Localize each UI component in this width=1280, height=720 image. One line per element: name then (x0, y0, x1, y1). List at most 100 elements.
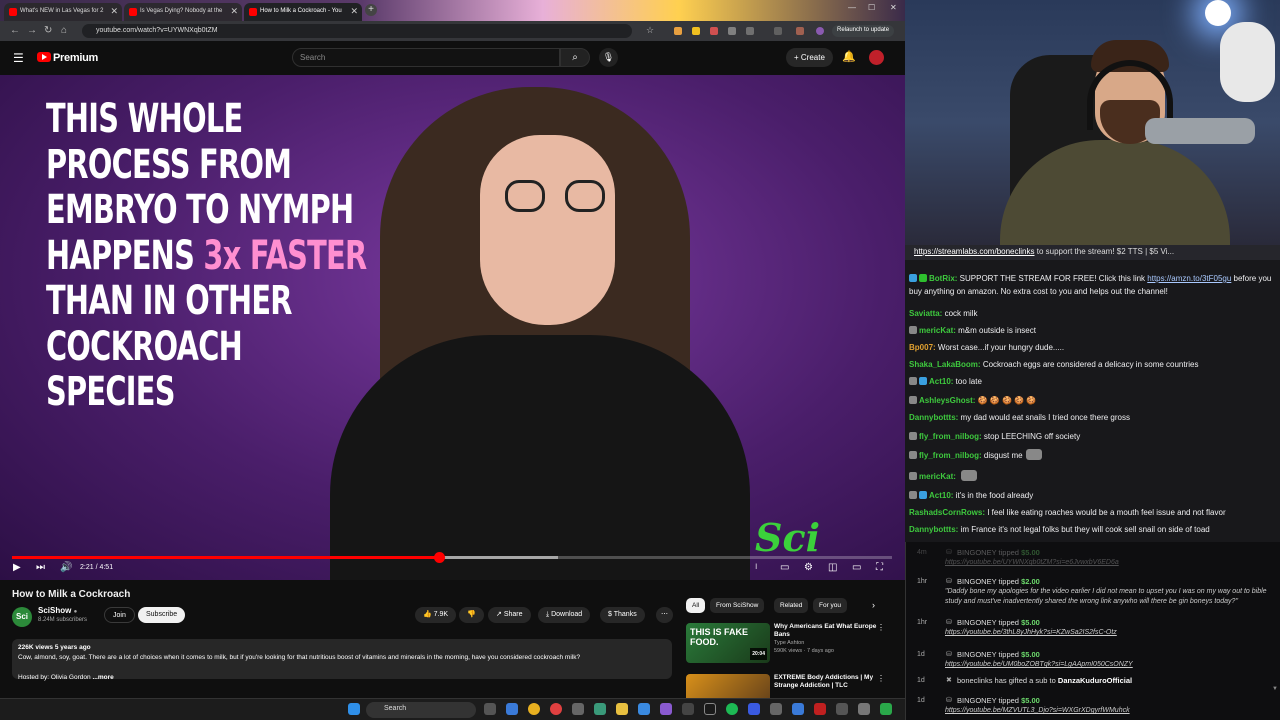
chat-username[interactable]: Bp007: (909, 343, 936, 352)
app-icon[interactable] (836, 703, 848, 715)
miniplayer-icon[interactable]: ◫ (828, 562, 837, 573)
maximize-icon[interactable]: ☐ (868, 3, 875, 12)
settings-gear-icon[interactable]: ⚙ (804, 562, 813, 573)
home-icon[interactable]: ⌂ (61, 25, 67, 36)
app-icon[interactable] (550, 703, 562, 715)
app-icon[interactable] (572, 703, 584, 715)
extension-icon[interactable] (692, 27, 700, 35)
chat-username[interactable]: mericKat: (919, 326, 956, 335)
chat-username[interactable]: AshleysGhost: (919, 396, 975, 405)
new-tab-icon[interactable]: + (365, 4, 377, 16)
recommendation-thumbnail[interactable]: THIS IS FAKE FOOD. 20:04 (686, 623, 770, 663)
youtube-premium-label[interactable]: Premium (53, 52, 98, 64)
channel-name[interactable]: SciShow ● (38, 606, 77, 615)
tip-message-link[interactable]: https://youtube.be/UM0boZOBTqk?si=LgAApm… (945, 660, 1278, 670)
theater-mode-icon[interactable]: ▭ (852, 562, 861, 573)
app-icon[interactable] (792, 703, 804, 715)
chat-username[interactable]: Dannybottts: (909, 413, 958, 422)
chat-username[interactable]: Act10: (929, 491, 953, 500)
channel-avatar[interactable]: Sci (12, 607, 32, 627)
app-icon[interactable] (858, 703, 870, 715)
chat-username[interactable]: Dannybottts: (909, 525, 958, 534)
recommendation-item[interactable]: THIS IS FAKE FOOD. 20:04 Why Americans Ea… (686, 623, 891, 663)
chat-username[interactable]: Act10: (929, 377, 953, 386)
recommendation-item[interactable]: EXTREME Body Addictions | My Strange Add… (686, 674, 891, 698)
chat-banner-link[interactable]: https://streamlabs.com/boneclinks (914, 247, 1035, 256)
show-more-link[interactable]: ...more (92, 674, 113, 681)
close-tab-icon[interactable]: ✕ (230, 6, 238, 17)
tip-message-link[interactable]: https://youtube.be/3thL8yJhHyk?si=KZwSa2… (945, 628, 1278, 638)
bookmark-star-icon[interactable]: ☆ (646, 25, 654, 36)
tip-message-link[interactable]: https://youtube.be/MZVUTL3_Djo?si=WXGrXD… (945, 706, 1278, 716)
more-options-icon[interactable]: ⋮ (877, 674, 885, 683)
close-tab-icon[interactable]: ✕ (350, 6, 358, 17)
recommendation-title[interactable]: Why Americans Eat What Europe Bans (774, 623, 879, 639)
chat-username[interactable]: RashadsCornRows: (909, 508, 985, 517)
chat-username[interactable]: mericKat: (919, 472, 956, 481)
back-icon[interactable]: ← (10, 25, 20, 36)
app-icon[interactable] (748, 703, 760, 715)
url-field[interactable]: youtube.com/watch?v=UYWNXqb0tZM (82, 24, 632, 38)
captions-icon[interactable]: ▭ (780, 562, 789, 573)
chrome-icon[interactable] (528, 703, 540, 715)
menu-icon[interactable]: ☰ (13, 51, 24, 65)
scroll-down-icon[interactable]: ▼ (1272, 686, 1278, 692)
relaunch-button[interactable]: Relaunch to update (832, 25, 895, 37)
download-button[interactable]: ⤓ Download (538, 607, 591, 623)
minimize-icon[interactable]: — (848, 3, 856, 12)
reload-icon[interactable]: ↻ (44, 25, 52, 36)
extension-icon[interactable] (746, 27, 754, 35)
volume-icon[interactable]: 🔊 (60, 562, 72, 573)
app-icon[interactable] (594, 703, 606, 715)
youtube-logo-icon[interactable] (37, 52, 51, 62)
close-tab-icon[interactable]: ✕ (110, 6, 118, 17)
close-window-icon[interactable]: ✕ (890, 3, 897, 12)
fullscreen-icon[interactable]: ⛶ (876, 562, 883, 573)
thanks-button[interactable]: $ Thanks (600, 607, 645, 623)
like-button[interactable]: 👍 7.9K (415, 607, 457, 623)
extension-icon[interactable] (796, 27, 804, 35)
app-icon[interactable] (638, 703, 650, 715)
app-icon[interactable] (660, 703, 672, 715)
chat-username[interactable]: Saviatta: (909, 309, 942, 318)
browser-tab[interactable]: What's NEW in Las Vegas for 2 ✕ (4, 3, 122, 21)
description-box[interactable]: 226K views 5 years ago Cow, almond, soy,… (12, 639, 672, 681)
search-input[interactable]: Search (292, 48, 560, 67)
app-icon[interactable] (770, 703, 782, 715)
taskbar-search[interactable]: Search (366, 702, 476, 718)
dislike-button[interactable]: 👎 (459, 607, 484, 623)
recommendation-channel[interactable]: Type Ashton (774, 640, 804, 646)
chip-from-channel[interactable]: From SciShow (710, 598, 765, 613)
next-icon[interactable]: ⏭ (36, 562, 45, 573)
recommendation-title[interactable]: EXTREME Body Addictions | My Strange Add… (774, 674, 879, 690)
extension-icon[interactable] (674, 27, 682, 35)
chat-link[interactable]: https://amzn.to/3tF05gu (1147, 274, 1231, 283)
notifications-bell-icon[interactable]: 🔔 (842, 50, 856, 63)
autoplay-toggle-icon[interactable]: ⏽ (753, 562, 759, 572)
browser-tab-active[interactable]: How to Milk a Cockroach - You ✕ (244, 3, 362, 21)
app-icon[interactable] (682, 703, 694, 715)
spotify-icon[interactable] (726, 703, 738, 715)
task-view-icon[interactable] (484, 703, 496, 715)
browser-tab[interactable]: Is Vegas Dying? Nobody at the ✕ (124, 3, 242, 21)
extension-icon[interactable] (710, 27, 718, 35)
chip-related[interactable]: Related (774, 598, 809, 613)
app-icon[interactable] (506, 703, 518, 715)
video-player[interactable]: THIS WHOLE PROCESS FROM EMBRYO TO NYMPH … (0, 75, 905, 580)
chat-username[interactable]: Shaka_LakaBoom: (909, 360, 981, 369)
app-icon[interactable] (880, 703, 892, 715)
file-explorer-icon[interactable] (616, 703, 628, 715)
subscribe-button[interactable]: Subscribe (138, 607, 186, 623)
start-menu-icon[interactable] (348, 703, 360, 715)
chevron-right-icon[interactable]: › (872, 600, 875, 610)
create-button[interactable]: + Create (786, 48, 833, 67)
extension-icon[interactable] (728, 27, 736, 35)
share-button[interactable]: ↗ Share (488, 607, 531, 623)
play-icon[interactable]: ▶ (13, 562, 21, 573)
tip-message-link[interactable]: https://youtube.be/UYWNXqb0tZM?si=e6Jvwx… (945, 558, 1278, 568)
profile-avatar[interactable] (816, 27, 824, 35)
extension-icon[interactable] (774, 27, 782, 35)
more-actions-icon[interactable]: ⋯ (656, 607, 673, 623)
chip-all[interactable]: All (686, 598, 706, 613)
chat-username[interactable]: BotRix: (929, 274, 957, 283)
